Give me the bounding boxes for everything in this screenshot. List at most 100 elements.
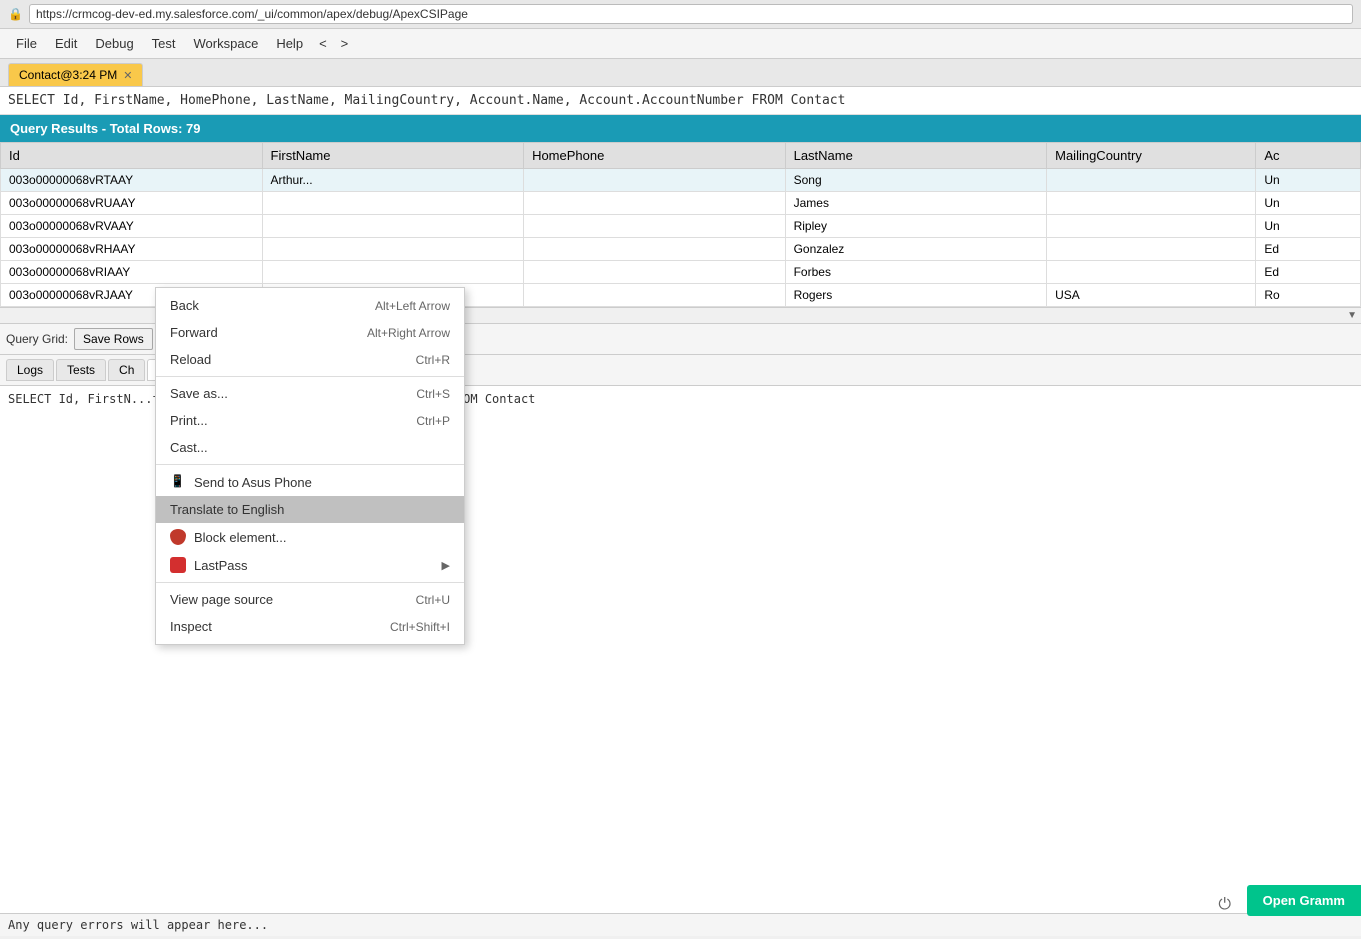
tab-close-btn[interactable]: ✕ xyxy=(123,69,132,82)
context-menu-separator xyxy=(156,376,464,377)
cell-lastname: Rogers xyxy=(785,284,1047,307)
context-menu-item-view-page-source[interactable]: View page source Ctrl+U xyxy=(156,586,464,613)
lastpass-icon xyxy=(170,557,186,573)
col-header-lastname: LastName xyxy=(785,143,1047,169)
context-menu-item-reload[interactable]: Reload Ctrl+R xyxy=(156,346,464,373)
cell-mailingcountry xyxy=(1047,215,1256,238)
cell-firstname xyxy=(262,215,524,238)
col-header-id: Id xyxy=(1,143,263,169)
table-row: 003o00000068vRHAAYGonzalezEd xyxy=(1,238,1361,261)
context-menu-separator xyxy=(156,582,464,583)
context-menu-item-label: View page source xyxy=(170,592,273,607)
power-icon[interactable]: ⏻ xyxy=(1218,896,1231,914)
submenu-arrow-icon: ▶ xyxy=(442,559,450,572)
col-header-firstname: FirstName xyxy=(262,143,524,169)
tab-tests[interactable]: Tests xyxy=(56,359,106,381)
cell-ac: Un xyxy=(1256,192,1361,215)
tab-bar: Contact@3:24 PM ✕ xyxy=(0,59,1361,87)
context-menu-shortcut: Ctrl+Shift+I xyxy=(390,620,450,634)
lock-icon: 🔒 xyxy=(8,7,23,21)
table-row: 003o00000068vRUAAY James Un xyxy=(1,192,1361,215)
cell-homephone xyxy=(524,169,786,192)
context-menu-item-send-to-asus-phone[interactable]: 📱 Send to Asus Phone xyxy=(156,468,464,496)
sql-query-display: SELECT Id, FirstName, HomePhone, LastNam… xyxy=(0,87,1361,115)
context-menu-separator xyxy=(156,464,464,465)
results-scroll-area[interactable]: Id FirstName HomePhone LastName MailingC… xyxy=(0,142,1361,307)
tab-ch[interactable]: Ch xyxy=(108,359,145,381)
cell-id: 003o00000068vRIAAY xyxy=(1,261,263,284)
context-menu-item-lastpass[interactable]: LastPass ▶ xyxy=(156,551,464,579)
context-menu-shortcut: Ctrl+S xyxy=(416,387,450,401)
page-content: SELECT Id, FirstName, HomePhone, LastNam… xyxy=(0,87,1361,936)
send-icon: 📱 xyxy=(170,474,186,490)
context-menu-item-label: Back xyxy=(170,298,199,313)
menu-help[interactable]: Help xyxy=(268,33,311,54)
cell-firstname xyxy=(262,238,524,261)
menu-bar: File Edit Debug Test Workspace Help < > xyxy=(0,29,1361,59)
cell-id: 003o00000068vRVAAY xyxy=(1,215,263,238)
cell-ac: Ed xyxy=(1256,261,1361,284)
tab-logs[interactable]: Logs xyxy=(6,359,54,381)
context-menu-item-label: LastPass xyxy=(194,558,247,573)
cell-ac: Ed xyxy=(1256,238,1361,261)
tab-label: Contact@3:24 PM xyxy=(19,68,117,82)
context-menu-item-label: Send to Asus Phone xyxy=(194,475,312,490)
cell-homephone xyxy=(524,192,786,215)
cell-lastname: James xyxy=(785,192,1047,215)
context-menu-item-label: Cast... xyxy=(170,440,208,455)
cell-homephone xyxy=(524,215,786,238)
menu-workspace[interactable]: Workspace xyxy=(186,33,267,54)
cell-firstname: Arthur... xyxy=(262,169,524,192)
cell-firstname xyxy=(262,192,524,215)
col-header-mailingcountry: MailingCountry xyxy=(1047,143,1256,169)
context-menu: BackAlt+Left Arrow Forward Alt+Right Arrow… xyxy=(155,287,465,645)
query-results-header: Query Results - Total Rows: 79 xyxy=(0,115,1361,142)
cell-mailingcountry xyxy=(1047,192,1256,215)
context-menu-item-label: Translate to English xyxy=(170,502,284,517)
context-menu-shortcut: Ctrl+U xyxy=(416,593,450,607)
menu-file[interactable]: File xyxy=(8,33,45,54)
context-menu-shortcut: Ctrl+R xyxy=(416,353,450,367)
menu-debug[interactable]: Debug xyxy=(87,33,141,54)
context-menu-item-print...[interactable]: Print...Ctrl+P xyxy=(156,407,464,434)
table-row: 003o00000068vRVAAY Ripley Un xyxy=(1,215,1361,238)
context-menu-item-forward[interactable]: Forward Alt+Right Arrow xyxy=(156,319,464,346)
cell-homephone xyxy=(524,261,786,284)
cell-mailingcountry xyxy=(1047,261,1256,284)
cell-lastname: Ripley xyxy=(785,215,1047,238)
cell-ac: Un xyxy=(1256,215,1361,238)
cell-lastname: Gonzalez xyxy=(785,238,1047,261)
context-menu-item-inspect[interactable]: InspectCtrl+Shift+I xyxy=(156,613,464,640)
cell-mailingcountry xyxy=(1047,169,1256,192)
cell-mailingcountry: USA xyxy=(1047,284,1256,307)
context-menu-item-label: Save as... xyxy=(170,386,228,401)
col-header-homephone: HomePhone xyxy=(524,143,786,169)
context-menu-item-back[interactable]: BackAlt+Left Arrow xyxy=(156,292,464,319)
context-menu-shortcut: Alt+Right Arrow xyxy=(367,326,450,340)
context-menu-item-cast...[interactable]: Cast... xyxy=(156,434,464,461)
context-menu-item-save-as...[interactable]: Save as... Ctrl+S xyxy=(156,380,464,407)
cell-id: 003o00000068vRUAAY xyxy=(1,192,263,215)
context-menu-shortcut: Ctrl+P xyxy=(416,414,450,428)
cell-ac: Un xyxy=(1256,169,1361,192)
context-menu-item-translate-to-english[interactable]: Translate to English xyxy=(156,496,464,523)
cell-lastname: Song xyxy=(785,169,1047,192)
cell-homephone xyxy=(524,238,786,261)
scroll-arrow: ▼ xyxy=(1347,310,1357,321)
grammarly-button[interactable]: Open Gramm xyxy=(1247,885,1361,916)
save-rows-button[interactable]: Save Rows xyxy=(74,328,153,350)
cell-firstname xyxy=(262,261,524,284)
active-tab[interactable]: Contact@3:24 PM ✕ xyxy=(8,63,143,86)
cell-homephone xyxy=(524,284,786,307)
context-menu-item-label: Reload xyxy=(170,352,211,367)
shield-icon xyxy=(170,529,186,545)
cell-ac: Ro xyxy=(1256,284,1361,307)
menu-edit[interactable]: Edit xyxy=(47,33,85,54)
url-bar[interactable]: https://crmcog-dev-ed.my.salesforce.com/… xyxy=(29,4,1353,24)
nav-back[interactable]: < xyxy=(313,33,333,54)
nav-forward[interactable]: > xyxy=(335,33,355,54)
context-menu-item-label: Block element... xyxy=(194,530,287,545)
context-menu-item-block-element...[interactable]: Block element... xyxy=(156,523,464,551)
context-menu-item-label: Forward xyxy=(170,325,218,340)
menu-test[interactable]: Test xyxy=(144,33,184,54)
